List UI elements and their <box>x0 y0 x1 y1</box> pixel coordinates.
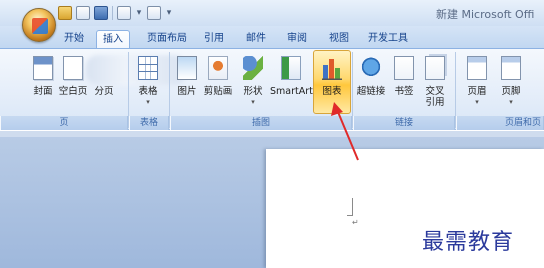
tab-references[interactable]: 引用 <box>200 30 228 48</box>
chart-icon <box>322 56 342 80</box>
chart-label: 图表 <box>322 86 342 97</box>
paragraph-mark-icon: ↵ <box>352 218 359 227</box>
bookmark-icon <box>394 56 414 80</box>
group-label-links: 链接 <box>353 116 455 130</box>
group-label-tables: 表格 <box>129 116 169 130</box>
customize-icon[interactable]: ▾ <box>165 6 173 20</box>
tab-review[interactable]: 审阅 <box>283 30 311 48</box>
footer-dropdown-icon: ▾ <box>509 98 513 106</box>
table-label: 表格 <box>138 86 158 97</box>
undo-dropdown-icon[interactable]: ▾ <box>135 6 143 20</box>
cross-reference-icon <box>425 56 445 80</box>
table-button[interactable]: 表格 ▾ <box>133 52 163 112</box>
picture-icon <box>177 56 197 80</box>
tab-view[interactable]: 视图 <box>325 30 353 48</box>
footer-button[interactable]: 页脚 ▾ <box>496 52 526 112</box>
qat-separator <box>112 6 113 20</box>
cover-button[interactable]: 封面 <box>28 52 58 112</box>
smartart-icon <box>281 56 301 80</box>
ruler-strip <box>0 131 544 137</box>
shapes-label: 形状 <box>243 86 263 97</box>
window-title: 新建 Microsoft Offi <box>436 8 535 21</box>
tab-insert[interactable]: 插入 <box>96 30 130 48</box>
footer-label: 页脚 <box>501 86 521 97</box>
save-icon[interactable] <box>94 6 108 20</box>
hyperlink-globe-icon <box>361 56 381 80</box>
smartart-label: SmartArt <box>270 86 313 97</box>
page-break-label: 分页 <box>94 86 114 97</box>
header-icon <box>467 56 487 80</box>
table-dropdown-icon: ▾ <box>146 98 150 106</box>
redo-icon[interactable] <box>147 6 161 20</box>
clipart-icon <box>208 56 228 80</box>
blank-page-icon <box>63 56 83 80</box>
word-window: ▾ ▾ 新建 Microsoft Offi 开始 插入 页面布局 引用 邮件 审… <box>0 0 544 268</box>
margin-corner-mark <box>347 198 353 216</box>
chart-button[interactable]: 图表 <box>317 52 347 112</box>
smartart-button[interactable]: SmartArt <box>270 52 313 112</box>
shapes-button[interactable]: 形状 ▾ <box>238 52 268 112</box>
header-dropdown-icon: ▾ <box>475 98 479 106</box>
footer-icon <box>501 56 521 80</box>
office-button[interactable] <box>22 8 56 42</box>
table-icon <box>138 56 158 80</box>
shapes-dropdown-icon: ▾ <box>251 98 255 106</box>
hyperlink-button[interactable]: 超链接 <box>356 52 386 112</box>
cross-reference-button[interactable]: 交叉 引用 <box>420 52 450 112</box>
blank-page-button[interactable]: 空白页 <box>58 52 88 112</box>
undo-icon[interactable] <box>117 6 131 20</box>
new-doc-icon[interactable] <box>76 6 90 20</box>
tab-mailings[interactable]: 邮件 <box>242 30 270 48</box>
tab-page-layout[interactable]: 页面布局 <box>142 30 192 48</box>
cross-reference-label: 交叉 引用 <box>425 86 445 108</box>
watermark-text: 最需教育 <box>422 230 515 255</box>
tab-home[interactable]: 开始 <box>60 30 88 48</box>
open-folder-icon[interactable] <box>58 6 72 20</box>
group-label-illustrations: 插图 <box>170 116 352 130</box>
clipart-button[interactable]: 剪贴画 <box>203 52 233 112</box>
header-button[interactable]: 页眉 ▾ <box>462 52 492 112</box>
cover-page-icon <box>33 56 53 80</box>
group-label-header-footer: 页眉和页 <box>456 116 544 130</box>
picture-button[interactable]: 图片 <box>172 52 202 112</box>
tab-developer[interactable]: 开发工具 <box>365 30 411 48</box>
office-logo-icon <box>32 18 48 34</box>
shapes-icon <box>243 56 263 80</box>
group-label-pages: 页 <box>0 116 128 130</box>
quick-access-toolbar: ▾ ▾ <box>58 5 173 21</box>
